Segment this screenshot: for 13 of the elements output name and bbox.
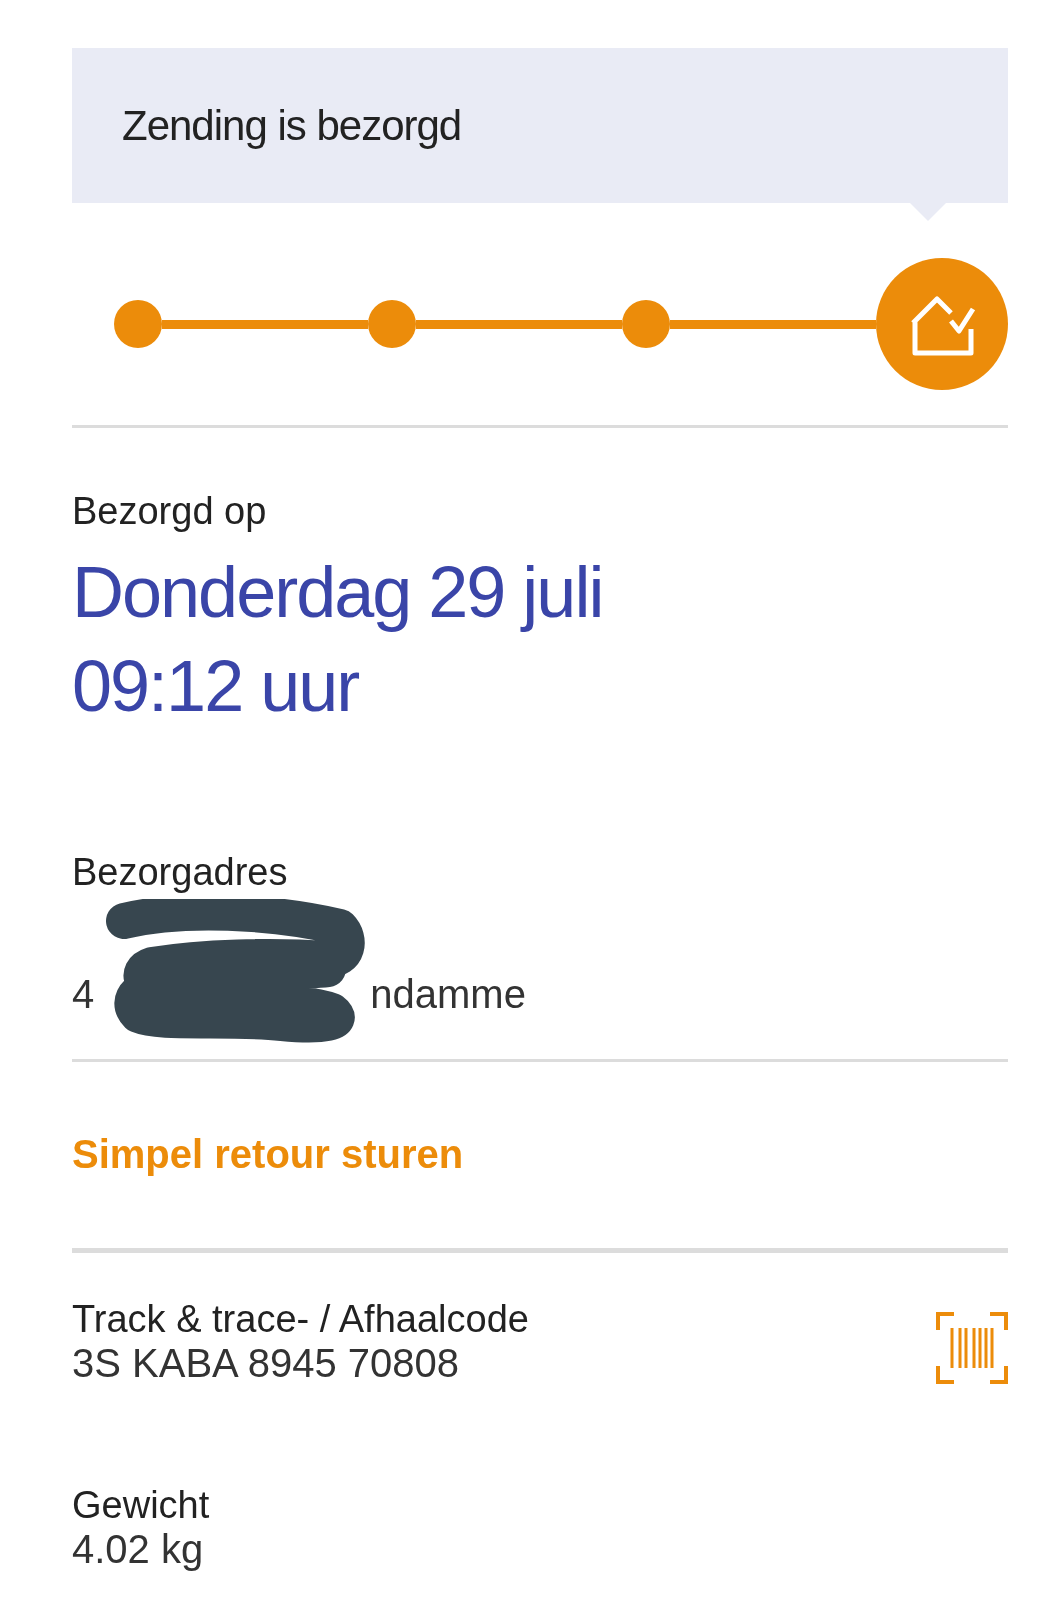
weight-label: Gewicht <box>72 1484 211 1527</box>
weight-value: 4.02 kg <box>72 1527 205 1572</box>
delivery-date: Donderdag 29 juli <box>72 551 604 634</box>
delivery-time: 09:12 uur <box>72 645 360 728</box>
delivered-label: Bezorgd op <box>72 490 268 533</box>
status-title: Zending is bezorgd <box>122 101 462 150</box>
address-text: ndamme <box>370 971 526 1017</box>
tracking-code: 3S KABA 8945 70808 <box>72 1341 460 1386</box>
address-text: 4 <box>72 971 95 1017</box>
barcode-icon[interactable] <box>936 1312 1008 1384</box>
tracking-label: Track & trace- / Afhaalcode <box>72 1298 529 1341</box>
return-link[interactable]: Simpel retour sturen <box>72 1132 464 1176</box>
address-label: Bezorgadres <box>72 851 289 894</box>
